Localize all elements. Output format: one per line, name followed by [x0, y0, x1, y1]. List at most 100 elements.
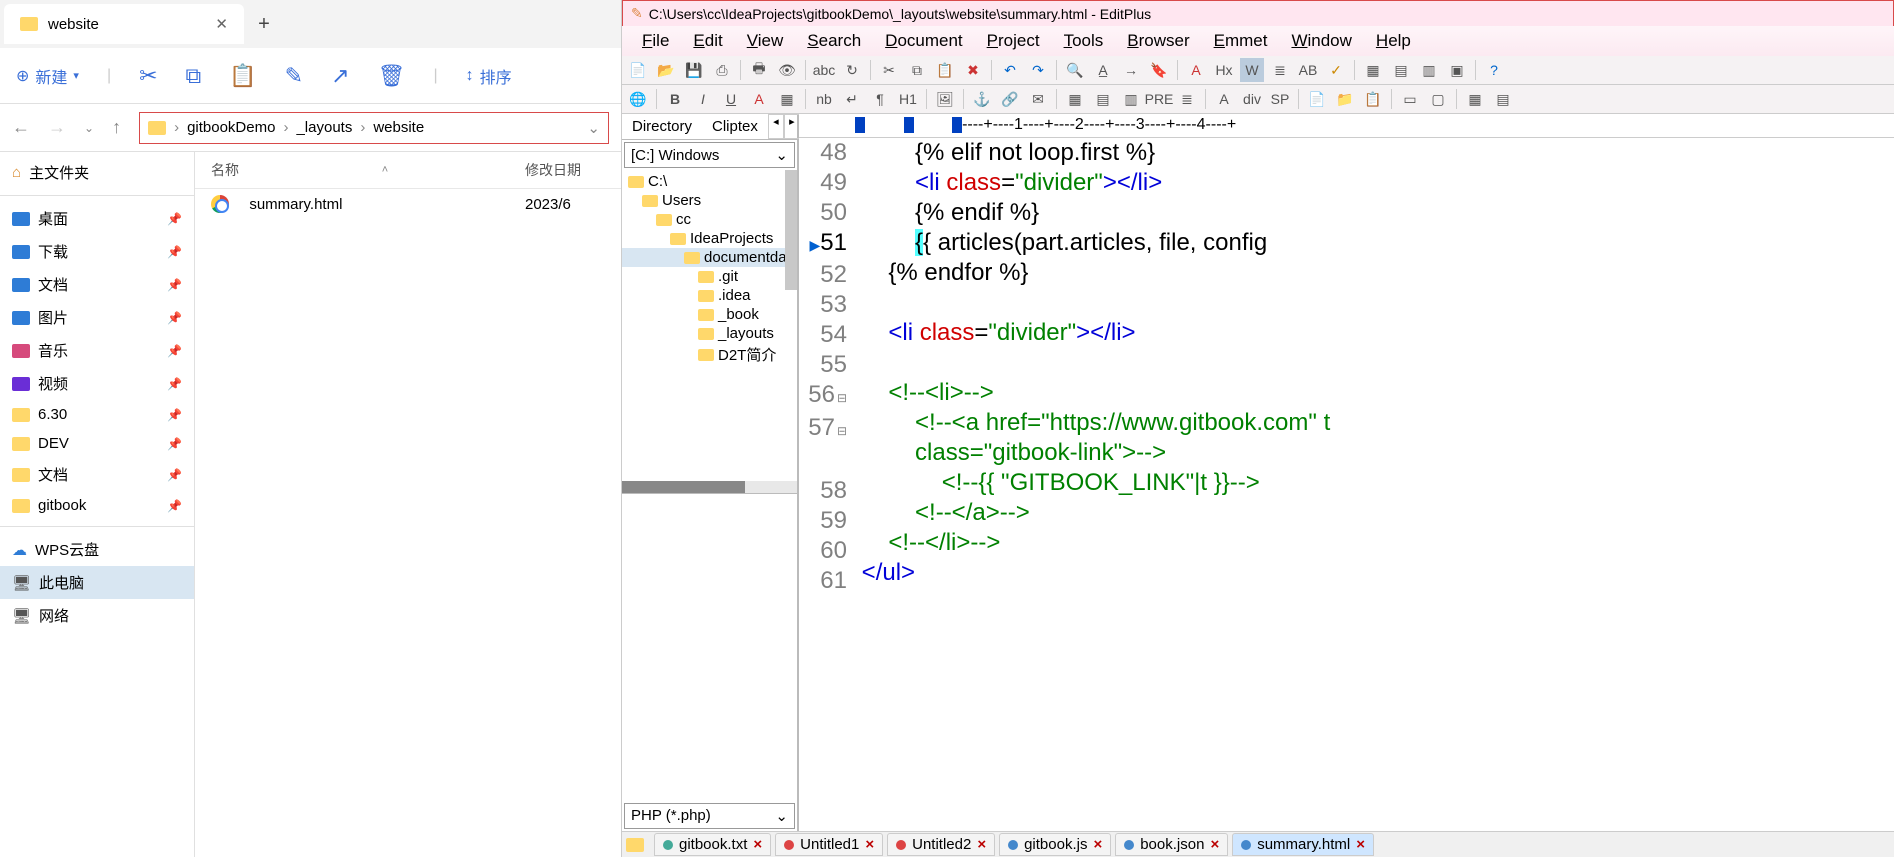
palette-icon[interactable]: ▦	[775, 87, 799, 111]
tree-item[interactable]: _book	[622, 305, 797, 324]
open-icon[interactable]: 📂	[654, 58, 678, 82]
image-icon[interactable]: 🖼	[933, 87, 957, 111]
window-icon[interactable]: ▦	[1361, 58, 1385, 82]
pin-icon[interactable]: 📌	[167, 344, 182, 358]
menu-search[interactable]: Search	[807, 31, 861, 51]
div-icon[interactable]: div	[1240, 87, 1264, 111]
cascade-icon[interactable]: ▣	[1445, 58, 1469, 82]
menu-file[interactable]: File	[642, 31, 669, 51]
tool1-icon[interactable]: 📄	[1305, 87, 1329, 111]
span-icon[interactable]: SP	[1268, 87, 1292, 111]
menu-view[interactable]: View	[747, 31, 784, 51]
doc-tab[interactable]: book.json×	[1115, 833, 1228, 856]
sidebar-item[interactable]: 文档📌	[0, 458, 194, 491]
chevron-down-icon[interactable]: ⌄	[587, 119, 600, 137]
next-icon[interactable]: ▸	[784, 114, 800, 139]
close-icon[interactable]: ×	[753, 836, 762, 853]
list-icon[interactable]: ≣	[1175, 87, 1199, 111]
undo-icon[interactable]: ↶	[998, 58, 1022, 82]
refresh-icon[interactable]: ↻	[840, 58, 864, 82]
h-scrollbar[interactable]	[622, 481, 797, 493]
rename-icon[interactable]: ✎	[285, 63, 303, 89]
input-icon[interactable]: ▢	[1426, 87, 1450, 111]
tree-item[interactable]: .git	[622, 267, 797, 286]
font-color-icon[interactable]: A	[747, 87, 771, 111]
file-row[interactable]: summary.html2023/6	[195, 189, 621, 219]
col-icon[interactable]: ▥	[1119, 87, 1143, 111]
tool3-icon[interactable]: 📋	[1361, 87, 1385, 111]
sort-button[interactable]: ↕ 排序	[466, 64, 512, 88]
anchor-icon[interactable]: ⚓	[970, 87, 994, 111]
sidebar-item[interactable]: 图片📌	[0, 301, 194, 334]
save-all-icon[interactable]: ⎙	[710, 58, 734, 82]
forward-icon[interactable]: →	[48, 117, 66, 138]
explorer-tab[interactable]: website ✕	[4, 4, 244, 44]
tile-icon[interactable]: ▥	[1417, 58, 1441, 82]
menu-tools[interactable]: Tools	[1064, 31, 1104, 51]
drive-select[interactable]: [C:] Windows ⌄	[624, 142, 795, 168]
close-icon[interactable]: ×	[1210, 836, 1219, 853]
pin-icon[interactable]: 📌	[167, 408, 182, 422]
mail-icon[interactable]: ✉	[1026, 87, 1050, 111]
doc-tab[interactable]: gitbook.js×	[999, 833, 1111, 856]
close-icon[interactable]: ×	[1356, 836, 1365, 853]
new-button[interactable]: ⊕ 新建 ▾	[16, 64, 79, 88]
new-file-icon[interactable]: 📄	[626, 58, 650, 82]
pin-icon[interactable]: 📌	[167, 212, 182, 226]
tab-directory[interactable]: Directory	[622, 114, 702, 139]
breadcrumb[interactable]: › gitbookDemo › _layouts › website ⌄	[139, 112, 609, 144]
delete-icon[interactable]: ✖	[961, 58, 985, 82]
new-tab-button[interactable]: +	[244, 13, 284, 36]
menu-browser[interactable]: Browser	[1127, 31, 1189, 51]
scrollbar[interactable]	[785, 170, 797, 290]
up-icon[interactable]: ↑	[112, 117, 121, 138]
copy-icon[interactable]: ⧉	[186, 63, 202, 89]
replace-icon[interactable]: A̲	[1091, 58, 1115, 82]
bold-icon[interactable]: B	[663, 87, 687, 111]
row-icon[interactable]: ▤	[1091, 87, 1115, 111]
script-icon[interactable]: A	[1212, 87, 1236, 111]
back-icon[interactable]: ←	[12, 117, 30, 138]
form-icon[interactable]: ▭	[1398, 87, 1422, 111]
br-icon[interactable]: ↵	[840, 87, 864, 111]
indent-icon[interactable]: ≣	[1268, 58, 1292, 82]
spell-icon[interactable]: abc	[812, 58, 836, 82]
prev-icon[interactable]: ◂	[768, 114, 784, 139]
table-icon[interactable]: ▦	[1063, 87, 1087, 111]
doc-tab[interactable]: summary.html×	[1232, 833, 1374, 856]
link-icon[interactable]: 🔗	[998, 87, 1022, 111]
tree-item[interactable]: .idea	[622, 286, 797, 305]
code-content[interactable]: {% elif not loop.first %} <li class="div…	[855, 138, 1894, 831]
chevron-down-icon[interactable]: ⌄	[84, 121, 94, 135]
preview-icon[interactable]: 👁	[775, 58, 799, 82]
sidebar-item[interactable]: 音乐📌	[0, 334, 194, 367]
sidebar-item[interactable]: 🖥此电脑	[0, 566, 194, 599]
copy-icon[interactable]: ⧉	[905, 58, 929, 82]
sidebar-item[interactable]: 🖥网络	[0, 599, 194, 632]
sidebar-item[interactable]: 下载📌	[0, 235, 194, 268]
heading-icon[interactable]: H1	[896, 87, 920, 111]
menu-help[interactable]: Help	[1376, 31, 1411, 51]
help-icon[interactable]: ?	[1482, 58, 1506, 82]
pin-icon[interactable]: 📌	[167, 437, 182, 451]
menu-emmet[interactable]: Emmet	[1214, 31, 1268, 51]
tree-item[interactable]: documentda	[622, 248, 797, 267]
close-icon[interactable]: ×	[865, 836, 874, 853]
pin-icon[interactable]: 📌	[167, 245, 182, 259]
cut-icon[interactable]: ✂	[139, 63, 157, 89]
share-icon[interactable]: ↗	[331, 63, 349, 89]
sidebar-item[interactable]: 桌面📌	[0, 202, 194, 235]
print-icon[interactable]: 🖶	[747, 58, 771, 82]
code-editor[interactable]: 484950▶51525354555657 58596061 {% elif n…	[799, 138, 1894, 831]
menu-document[interactable]: Document	[885, 31, 962, 51]
breadcrumb-item[interactable]: website	[373, 119, 424, 136]
frameset-icon[interactable]: ▤	[1491, 87, 1515, 111]
filetype-select[interactable]: PHP (*.php) ⌄	[624, 803, 795, 829]
wrap-icon[interactable]: W	[1240, 58, 1264, 82]
cut-icon[interactable]: ✂	[877, 58, 901, 82]
doc-tab[interactable]: Untitled1×	[775, 833, 883, 856]
doc-tab[interactable]: Untitled2×	[887, 833, 995, 856]
save-icon[interactable]: 💾	[682, 58, 706, 82]
pin-icon[interactable]: 📌	[167, 499, 182, 513]
tree-item[interactable]: _layouts	[622, 324, 797, 343]
